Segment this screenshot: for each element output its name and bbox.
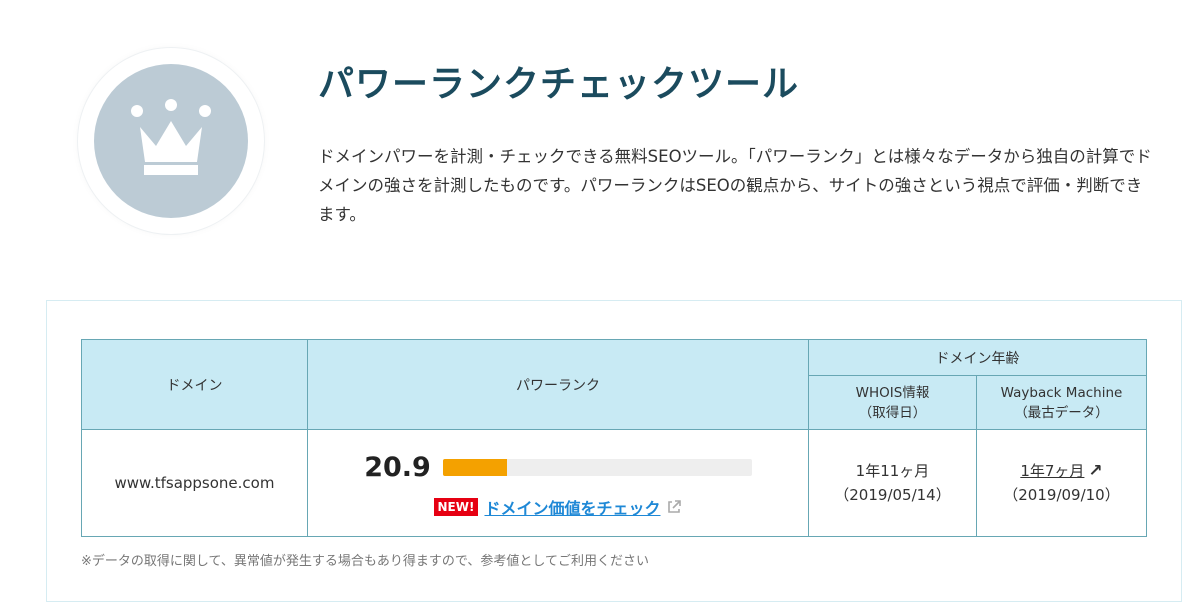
whois-cell: 1年11ヶ月 （2019/05/14）: [808, 429, 977, 537]
power-rank-table: ドメイン パワーランク ドメイン年齢 WHOIS情報 （取得日） Wayback…: [81, 339, 1147, 537]
check-domain-value-link[interactable]: ドメイン価値をチェック: [484, 495, 660, 519]
power-rank-cell: 20.9 NEW! ドメイン価値をチェック: [307, 429, 809, 537]
wayback-date: （2019/09/10）: [1003, 486, 1120, 504]
header-wayback-label: Wayback Machine: [1000, 384, 1123, 401]
page-title: パワーランクチェックツール: [318, 64, 800, 105]
logo: [94, 64, 248, 218]
power-rank-score: 20.9: [364, 451, 431, 483]
header-wayback-sub: （最古データ）: [1014, 404, 1109, 421]
header-whois-sub: （取得日）: [858, 404, 927, 421]
page-description: ドメインパワーを計測・チェックできる無料SEOツール。「パワーランク」とは様々な…: [318, 147, 1152, 224]
wayback-age-link[interactable]: 1年7ヶ月: [1020, 462, 1084, 480]
header-power-rank: パワーランク: [307, 339, 809, 430]
wayback-cell: 1年7ヶ月 ↗ （2019/09/10）: [976, 429, 1147, 537]
power-rank-bar: [442, 458, 752, 476]
whois-age: 1年11ヶ月: [855, 462, 930, 480]
header-whois: WHOIS情報 （取得日）: [808, 375, 977, 430]
whois-date: （2019/05/14）: [834, 486, 951, 504]
header-whois-label: WHOIS情報: [855, 384, 930, 401]
crown-icon: [131, 99, 211, 175]
table-row: www.tfsappsone.com 20.9 NEW! ドメイン価値をチェック: [81, 429, 1147, 537]
new-badge: NEW!: [433, 497, 479, 516]
header-wayback: Wayback Machine （最古データ）: [976, 375, 1147, 430]
domain-cell: www.tfsappsone.com: [81, 429, 308, 537]
disclaimer-note: ※データの取得に関して、異常値が発生する場合もあり得ますので、参考値としてご利用…: [81, 554, 649, 569]
external-link-icon[interactable]: [666, 499, 682, 515]
arrow-up-right-icon[interactable]: ↗: [1088, 461, 1102, 481]
power-rank-bar-fill: [442, 458, 508, 476]
header-domain-age: ドメイン年齢: [808, 339, 1147, 376]
header-domain: ドメイン: [81, 339, 308, 430]
